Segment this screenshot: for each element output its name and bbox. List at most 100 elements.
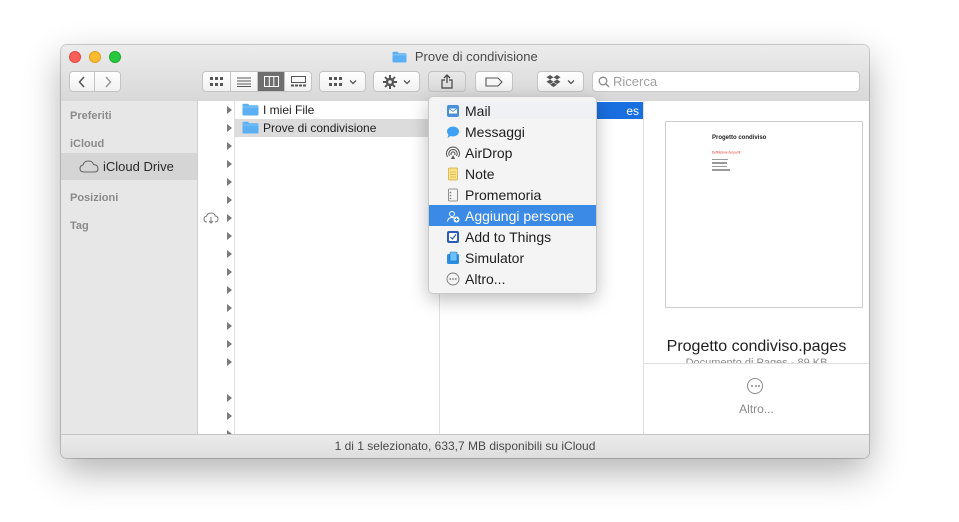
status-text: 1 di 1 selezionato, 633,7 MB disponibili… [334,439,596,453]
doc-list-line [712,169,730,171]
browser-column-2: I miei File Prove di condivisione [235,101,440,434]
view-mode-control [202,71,312,92]
column-view-icon [263,76,279,87]
menu-item-reminders[interactable]: Promemoria [429,184,596,205]
folder-icon [242,121,259,139]
disclosure-arrow-icon[interactable] [227,412,232,420]
chevron-down-icon [567,79,575,84]
gallery-view-button[interactable] [285,72,311,91]
doc-title: Progetto condiviso [712,135,767,141]
window-title: Prove di condivisione [414,49,538,64]
chevron-down-icon [349,79,356,84]
airdrop-icon [446,146,460,159]
menu-item-add-to-things[interactable]: Add to Things [429,226,596,247]
menu-item-airdrop[interactable]: AirDrop [429,142,596,163]
sidebar-heading-locations: Posizioni [70,192,119,204]
disclosure-arrow-icon[interactable] [227,106,232,114]
disclosure-arrow-icon[interactable] [227,322,232,330]
cloud-download-icon[interactable] [203,212,219,224]
disclosure-arrow-icon[interactable] [227,196,232,204]
column-view-button[interactable] [258,72,285,91]
doc-list [712,159,752,173]
icon-view-button[interactable] [203,72,231,91]
action-button[interactable] [373,71,420,92]
tag-button[interactable] [475,71,513,92]
gallery-view-icon [290,76,306,87]
status-bar: 1 di 1 selezionato, 633,7 MB disponibili… [61,434,869,458]
reminders-icon [448,188,458,202]
cloud-icon [79,160,99,173]
document-thumbnail: Progetto condiviso Definizione dei punti [665,121,863,308]
sidebar-heading-tags: Tag [70,220,89,232]
list-item[interactable]: Prove di condivisione [235,119,439,137]
doc-list-line [712,159,728,161]
forward-button[interactable] [95,72,120,91]
disclosure-arrow-icon[interactable] [227,178,232,186]
nav-buttons [69,71,121,92]
sidebar-item-icloud-drive[interactable]: iCloud Drive [61,153,197,180]
menu-item-label: Altro... [465,271,506,287]
disclosure-arrow-icon[interactable] [227,232,232,240]
list-view-button[interactable] [231,72,258,91]
disclosure-arrow-icon[interactable] [227,268,232,276]
simulator-icon [447,251,459,264]
dropbox-button[interactable] [537,71,584,92]
group-by-button[interactable] [319,71,366,92]
search-icon [598,76,610,88]
disclosure-arrow-icon[interactable] [227,340,232,348]
preview-file-name: Progetto condiviso.pages [666,338,847,355]
menu-item-label: Promemoria [465,187,542,203]
disclosure-arrow-icon[interactable] [227,214,232,222]
more-icon [446,272,460,286]
divider [644,363,869,364]
disclosure-arrow-icon[interactable] [227,142,232,150]
disclosure-arrow-icon[interactable] [227,358,232,366]
doc-subtitle: Definizione dei punti [712,151,741,155]
preview-pane: Progetto condiviso Definizione dei punti… [644,101,869,434]
icon-view-icon [209,76,223,86]
chevron-down-icon [403,79,410,84]
menu-item-more[interactable]: Altro... [429,268,596,289]
gear-icon [382,74,397,89]
disclosure-arrow-icon[interactable] [227,160,232,168]
more-button-label[interactable]: Altro... [644,402,869,416]
sidebar: Preferiti iCloud iCloud Drive Posizioni … [61,101,198,434]
menu-item-label: Add to Things [465,229,552,245]
list-item[interactable]: I miei File [235,101,439,119]
back-button[interactable] [70,72,96,91]
titlebar: Prove di condivisione [61,45,869,102]
menu-item-add-people[interactable]: Aggiungi persone [429,205,596,226]
menu-item-mail[interactable]: Mail [429,100,596,121]
browser-column-1 [198,101,235,438]
sidebar-heading-favorites: Preferiti [70,110,112,122]
window-title-area: Prove di condivisione [61,49,869,66]
list-item-label: Prove di condivisione [263,121,377,135]
search-field[interactable] [592,71,860,92]
chevron-right-icon [104,75,112,88]
things-icon [447,231,459,243]
disclosure-arrow-icon[interactable] [227,394,232,402]
list-view-icon [237,77,251,87]
list-item-label: I miei File [263,103,315,117]
tag-icon [485,76,503,87]
menu-item-label: AirDrop [465,145,513,161]
menu-item-label: Mail [465,103,491,119]
disclosure-arrow-icon[interactable] [227,304,232,312]
disclosure-arrow-icon[interactable] [227,250,232,258]
disclosure-arrow-icon[interactable] [227,286,232,294]
disclosure-arrow-icon[interactable] [227,124,232,132]
search-input[interactable] [613,73,853,90]
messages-icon [447,126,459,138]
share-menu: Mail Messaggi AirDrop Note Promemoria Ag… [428,96,597,294]
menu-item-messages[interactable]: Messaggi [429,121,596,142]
more-icon[interactable] [747,378,763,394]
menu-item-label: Note [465,166,495,182]
menu-item-simulator[interactable]: Simulator [429,247,596,268]
menu-item-label: Messaggi [465,124,525,140]
sidebar-heading-icloud: iCloud [70,138,105,150]
share-button[interactable] [428,71,466,92]
group-by-icon [328,76,342,86]
menu-item-notes[interactable]: Note [429,163,596,184]
mail-icon [447,105,459,117]
chevron-left-icon [78,75,85,88]
